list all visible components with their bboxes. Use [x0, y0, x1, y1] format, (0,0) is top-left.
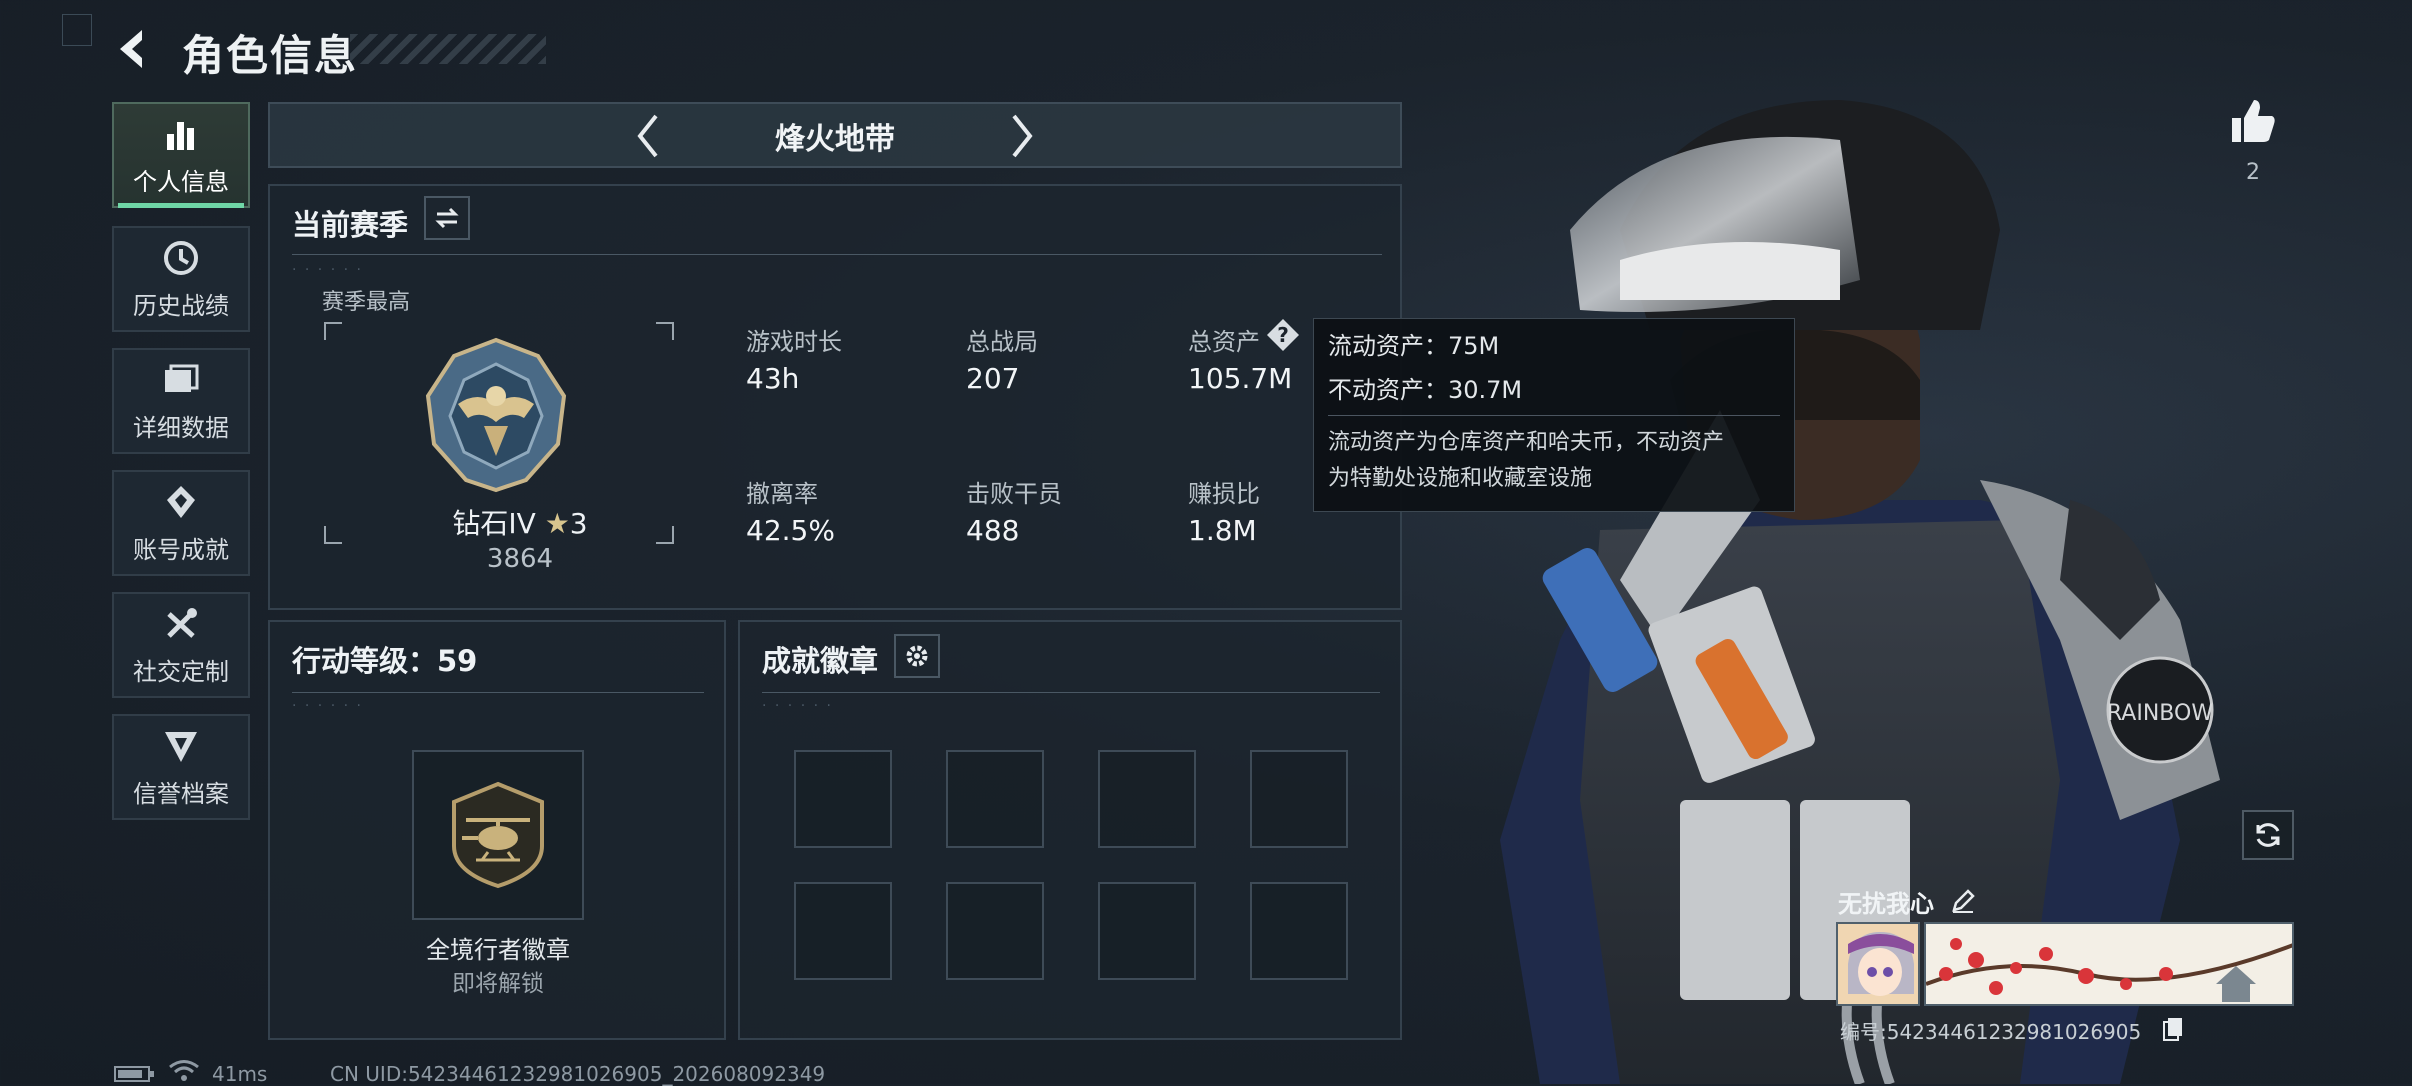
svg-text:RAINBOW: RAINBOW — [2107, 701, 2213, 726]
sidebar-item-history[interactable]: 历史战绩 — [112, 226, 250, 332]
stat-label-playtime: 游戏时长 — [746, 328, 842, 356]
tooltip-desc-line2: 为特勤处设施和收藏室设施 — [1328, 466, 1593, 491]
sidebar-item-credit[interactable]: 信誉档案 — [112, 714, 250, 820]
anime-avatar-icon — [1838, 924, 1918, 1004]
tooltip-desc-line1: 流动资产为仓库资产和哈夫币，不动资产 — [1328, 430, 1725, 455]
ping-text: 41ms — [212, 1062, 268, 1086]
achievements-title: 成就徽章 — [762, 644, 879, 678]
wifi-icon — [169, 1060, 199, 1081]
season-title: 当前赛季 — [292, 208, 409, 242]
achievement-icon — [167, 485, 195, 518]
sidebar-item-personal-info[interactable]: 个人信息 — [112, 102, 250, 208]
tooltip-liquid-assets: 流动资产：75M — [1328, 332, 1500, 360]
sidebar-item-details[interactable]: 详细数据 — [112, 348, 250, 454]
helicopter-badge-icon — [452, 781, 544, 889]
stat-value-profit-ratio: 1.8M — [1188, 514, 1257, 547]
like-count: 2 — [2246, 160, 2260, 185]
avatar[interactable] — [1836, 922, 1920, 1006]
shield-badge-icon — [165, 731, 197, 762]
frame-corner — [324, 322, 342, 340]
switch-season-button[interactable] — [424, 196, 470, 240]
back-arrow-icon[interactable] — [112, 26, 158, 72]
stat-value-kills: 488 — [966, 514, 1020, 547]
achievement-slot[interactable] — [794, 882, 892, 980]
sidebar-item-achievements[interactable]: 账号成就 — [112, 470, 250, 576]
title-stripes-decoration — [350, 34, 546, 64]
chevron-right-icon[interactable] — [1002, 108, 1042, 164]
stat-label-extract-rate: 撤离率 — [746, 480, 818, 508]
help-icon[interactable]: ? — [1266, 318, 1300, 352]
plum-blossom-banner-icon — [1926, 924, 2292, 1004]
history-icon — [164, 240, 198, 275]
dots-decoration: · · · · · · — [292, 262, 363, 278]
rank-name: 钻石IV — [452, 507, 536, 540]
divider — [292, 254, 1382, 255]
achievement-slot[interactable] — [1098, 882, 1196, 980]
stat-value-total-matches: 207 — [966, 362, 1020, 395]
stat-value-playtime: 43h — [746, 362, 800, 395]
battery-icon — [114, 1066, 154, 1082]
diamond-rank-emblem-icon — [425, 337, 567, 493]
corner-decoration — [62, 14, 92, 46]
player-id: 编号:5423446123298102690​5 — [1840, 1020, 2142, 1044]
frame-corner — [324, 526, 342, 544]
tools-icon — [167, 607, 197, 638]
stat-label-profit-ratio: 赚损比 — [1188, 480, 1260, 508]
sidebar-item-social[interactable]: 社交定制 — [112, 592, 250, 698]
divider — [292, 692, 704, 693]
achievements-settings-button[interactable] — [894, 634, 940, 678]
sidebar-item-label: 社交定制 — [133, 657, 229, 686]
sidebar-item-label: 详细数据 — [133, 413, 229, 442]
achievement-slot[interactable] — [794, 750, 892, 848]
stat-label-kills: 击败干员 — [966, 480, 1062, 508]
gear-icon — [906, 645, 928, 667]
achievement-slot[interactable] — [1250, 750, 1348, 848]
profile-banner[interactable] — [1924, 922, 2294, 1006]
stat-label-total-matches: 总战局 — [966, 328, 1038, 356]
achievement-slot[interactable] — [946, 882, 1044, 980]
rank-label: 钻石IV ★3 — [420, 502, 620, 542]
refresh-icon — [2256, 823, 2280, 847]
frame-corner — [656, 526, 674, 544]
bar-chart-icon — [167, 121, 194, 150]
achievement-slot[interactable] — [946, 750, 1044, 848]
edit-icon[interactable] — [1950, 888, 1976, 914]
tooltip-divider — [1328, 415, 1780, 416]
level-badge-status: 即将解锁 — [452, 971, 544, 997]
mode-title: 烽火地带 — [775, 122, 895, 157]
chevron-left-icon[interactable] — [628, 108, 668, 164]
player-name: 无扰我心 — [1838, 890, 1934, 918]
uid-text: CN UID:5423446123298102690​5_20260809234… — [330, 1062, 826, 1086]
sidebar-item-label: 账号成就 — [133, 535, 229, 564]
dots-decoration: · · · · · · — [762, 698, 833, 714]
sidebar-item-label: 个人信息 — [133, 167, 229, 196]
frame-corner — [656, 322, 674, 340]
stat-label-total-assets: 总资产 — [1188, 328, 1260, 356]
achievement-slot[interactable] — [1250, 882, 1348, 980]
achievement-slot[interactable] — [1098, 750, 1196, 848]
level-badge-name: 全境行者徽章 — [426, 936, 570, 964]
folder-icon — [165, 364, 199, 392]
rank-stars: 3 — [569, 507, 588, 540]
svg-text:?: ? — [1277, 323, 1289, 347]
rotate-character-button[interactable] — [2242, 810, 2294, 860]
sidebar-item-label: 信誉档案 — [133, 779, 229, 808]
tooltip-fixed-assets: 不动资产：30.7M — [1328, 376, 1523, 404]
divider — [762, 692, 1380, 693]
thumbs-up-icon[interactable] — [2228, 96, 2278, 146]
stat-value-extract-rate: 42.5% — [746, 514, 835, 547]
copy-icon[interactable] — [2162, 1016, 2184, 1042]
page-title: 角色信息 — [182, 31, 359, 80]
season-best-label: 赛季最高 — [322, 290, 411, 315]
dots-decoration: · · · · · · — [292, 698, 363, 714]
rank-score: 3864 — [486, 544, 554, 574]
stat-value-total-assets: 105.7M — [1188, 362, 1293, 395]
swap-icon — [435, 207, 459, 229]
sidebar-item-label: 历史战绩 — [133, 291, 229, 320]
star-icon: ★ — [544, 507, 570, 540]
level-title: 行动等级：59 — [292, 644, 478, 678]
